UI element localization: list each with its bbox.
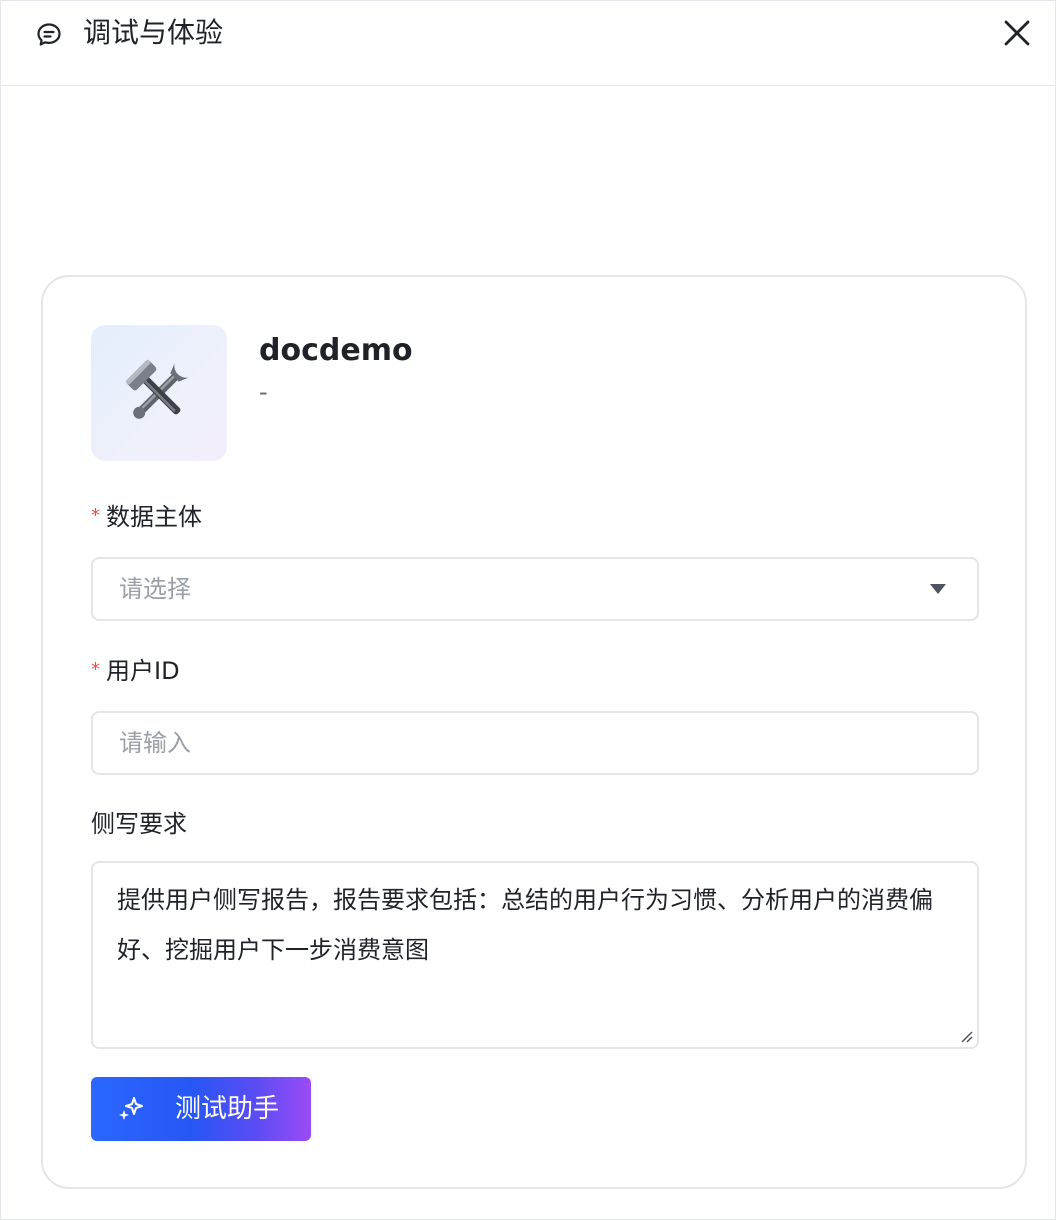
resize-handle-icon[interactable] (959, 1029, 973, 1043)
sparkle-icon (119, 1097, 143, 1120)
panel-header: 调试与体验 (1, 1, 1055, 86)
app-name: docdemo (259, 333, 413, 368)
debug-panel: 调试与体验 docdemo - * 数据主体 请选择 * 用户ID 请输入 侧写… (0, 0, 1056, 1220)
requirements-text: 提供用户侧写报告，报告要求包括：总结的用户行为习惯、分析用户的消费偏好、挖掘用户… (117, 886, 933, 964)
app-description: - (259, 378, 268, 406)
user-id-label-text: 用户ID (106, 657, 180, 685)
chat-bubble-icon (37, 23, 61, 46)
hammer-wrench-icon (125, 359, 189, 419)
assistant-card: docdemo - * 数据主体 请选择 * 用户ID 请输入 侧写要求 提供用户侧… (41, 275, 1027, 1189)
test-assistant-label: 测试助手 (175, 1094, 280, 1124)
subject-label: * 数据主体 (91, 499, 202, 534)
test-assistant-button[interactable]: 测试助手 (91, 1077, 311, 1141)
subject-select-placeholder: 请选择 (119, 575, 191, 603)
subject-label-text: 数据主体 (106, 503, 202, 531)
user-id-placeholder: 请输入 (119, 729, 191, 757)
requirements-label: 侧写要求 (91, 810, 187, 838)
caret-down-icon (930, 584, 946, 594)
subject-select[interactable]: 请选择 (91, 557, 979, 621)
required-mark: * (91, 659, 100, 680)
requirements-textarea[interactable]: 提供用户侧写报告，报告要求包括：总结的用户行为习惯、分析用户的消费偏好、挖掘用户… (91, 861, 979, 1049)
close-icon[interactable] (999, 15, 1035, 51)
user-id-input[interactable]: 请输入 (91, 711, 979, 775)
app-avatar (91, 325, 227, 461)
user-id-label: * 用户ID (91, 653, 180, 688)
required-mark: * (91, 505, 100, 526)
panel-title: 调试与体验 (83, 16, 224, 49)
